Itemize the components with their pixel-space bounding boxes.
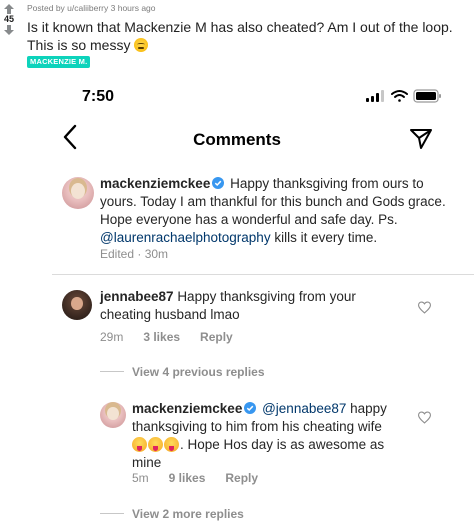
posted-by[interactable]: Posted by u/caliiberry 3 hours ago (27, 3, 156, 13)
reply-meta: 5m 9 likes Reply (132, 471, 278, 485)
avatar[interactable] (100, 402, 126, 428)
username[interactable]: mackenziemckee (100, 176, 210, 191)
mention-link[interactable]: @jennabee87 (262, 401, 346, 416)
signal-icon (366, 90, 384, 102)
winking-tongue-emoji-icon (132, 437, 147, 452)
username[interactable]: mackenziemckee (132, 401, 242, 416)
mention-link[interactable]: @laurenrachaelphotography (100, 230, 271, 245)
comment-text: jennabee87 Happy thanksgiving from your … (100, 288, 390, 324)
reply-time: 5m (132, 471, 149, 485)
winking-tongue-emoji-icon (164, 437, 179, 452)
winking-tongue-emoji-icon (148, 437, 163, 452)
reply-button[interactable]: Reply (200, 330, 233, 344)
divider (52, 274, 474, 275)
vote-box: 45 (2, 4, 16, 35)
grimacing-face-icon (134, 38, 149, 52)
comment-meta: 29m 3 likes Reply (100, 330, 253, 344)
page-title: Comments (193, 130, 281, 149)
upvote-icon[interactable] (4, 4, 14, 14)
downvote-icon[interactable] (4, 25, 14, 35)
reply-text: mackenziemckee @jennabee87 happy thanksg… (132, 400, 400, 472)
view-more-replies[interactable]: View 2 more replies (132, 507, 244, 521)
post-flair[interactable]: MACKENZIE M. (27, 56, 91, 68)
vote-count: 45 (3, 14, 14, 24)
verified-badge-icon (244, 402, 257, 414)
likes-count[interactable]: 3 likes (143, 330, 180, 344)
post-title-text: Is it known that Mackenzie M has also ch… (27, 19, 453, 53)
thread-line (100, 513, 124, 514)
verified-badge-icon (212, 177, 225, 189)
heart-icon[interactable] (418, 301, 431, 314)
comment-time: 29m (100, 330, 124, 344)
edited-timestamp: Edited · 30m (100, 247, 169, 261)
caption-body-2: kills it every time. (274, 230, 378, 245)
send-icon[interactable] (409, 127, 433, 151)
reply-button[interactable]: Reply (225, 471, 258, 485)
status-time: 7:50 (82, 88, 115, 105)
reddit-post: 45 Posted by u/caliiberry 3 hours ago Is… (0, 0, 474, 72)
avatar[interactable] (62, 290, 92, 320)
post-title[interactable]: Is it known that Mackenzie M has also ch… (27, 18, 467, 54)
likes-count[interactable]: 9 likes (169, 471, 206, 485)
avatar[interactable] (62, 177, 94, 209)
battery-icon (413, 89, 441, 103)
thread-line (100, 371, 124, 372)
username[interactable]: jennabee87 (100, 289, 174, 304)
caption-meta: Edited · 30m (100, 247, 188, 261)
wifi-icon (391, 90, 408, 102)
status-icons (366, 89, 441, 103)
instagram-screenshot: 7:50 Comments mackenziemckee Happy thank… (0, 76, 474, 528)
heart-icon[interactable] (418, 411, 431, 424)
caption-text: mackenziemckee Happy thanksgiving from o… (100, 175, 450, 247)
view-previous-replies[interactable]: View 4 previous replies (132, 365, 265, 379)
